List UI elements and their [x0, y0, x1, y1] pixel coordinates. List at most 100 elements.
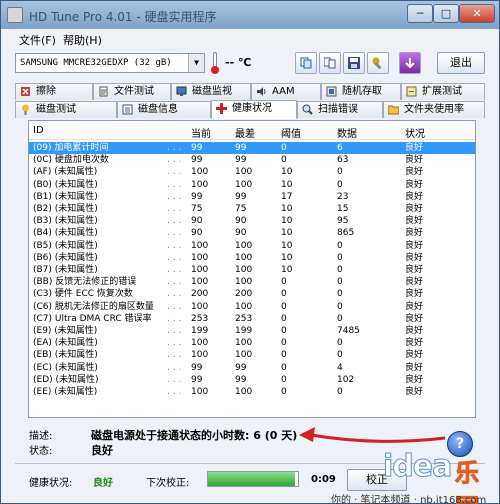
cell-data: 0: [337, 387, 343, 397]
table-row[interactable]: (B3) (未知属性) 90 90 10 95 良好 . . .: [29, 215, 475, 227]
cell-worst: 100: [235, 350, 253, 361]
cell-thr: 10: [281, 228, 293, 239]
cell-thr: 10: [281, 167, 293, 178]
maximize-button[interactable]: □: [433, 4, 459, 23]
tab-disk-monitor[interactable]: 磁盘监视: [171, 83, 251, 100]
table-row[interactable]: (B7) (未知属性) 100 100 10 0 良好. . .: [29, 264, 475, 276]
cell-status: 良好: [405, 277, 424, 288]
table-row[interactable]: (B0) (未知属性) 100 100 10 0 良好. . .: [29, 179, 475, 191]
erase-icon: [21, 87, 30, 96]
column-header-id[interactable]: ID: [33, 125, 44, 136]
table-row[interactable]: (ED) (未知属性) 99 99 0 102 良好 . . .: [29, 374, 475, 386]
cell-dots: . . .: [167, 265, 182, 275]
chevron-down-icon[interactable]: ▼: [188, 54, 204, 72]
table-row[interactable]: (B4) (未知属性) 90 90 10 865 良好 . . .: [29, 227, 475, 239]
close-button[interactable]: ✕: [459, 4, 495, 23]
tab-file-test[interactable]: 文件测试: [93, 83, 171, 100]
table-row[interactable]: (B5) (未知属性) 100 100 10 0 良好. . .: [29, 240, 475, 252]
table-row[interactable]: (EC) (未知属性) 99 99 0 4 良好 . . .: [29, 362, 475, 374]
minimize-button[interactable]: ─: [407, 4, 433, 23]
cell-id: (B2) (未知属性): [33, 204, 98, 214]
drive-select[interactable]: SAMSUNG MMCRE32GEDXP (32 gB) ▼: [15, 53, 205, 73]
table-row[interactable]: (09) 加电累计时间 99 99 0 6 良好 . . .: [29, 142, 475, 155]
magnifier-icon: [302, 104, 313, 115]
cell-cur: 100: [191, 252, 209, 263]
column-header-worst[interactable]: 最差: [235, 125, 255, 140]
tab-extra-tests[interactable]: 扩展测试: [401, 83, 485, 100]
cell-status: 良好: [405, 313, 424, 324]
options-button[interactable]: [367, 52, 389, 74]
table-row[interactable]: (BB) 反馈无法修正的错误 100 100 0 0 良好 . . .: [29, 276, 475, 288]
cell-dots: . . .: [167, 179, 182, 190]
table-row[interactable]: (B2) (未知属性) 75 75 10 15 良好 . . .: [29, 203, 475, 215]
description-label: 描述:: [29, 431, 53, 442]
cell-thr: 10: [281, 204, 293, 214]
cell-status: 良好: [405, 350, 424, 361]
cell-worst: 75: [235, 204, 247, 214]
cell-thr: 0: [281, 326, 287, 336]
cell-thr: 10: [281, 252, 293, 263]
table-row[interactable]: (B6) (未知属性) 100 100 10 0 良好. . .: [29, 252, 475, 264]
cell-thr: 0: [281, 387, 287, 397]
column-header-status[interactable]: 状况: [405, 125, 425, 140]
table-row[interactable]: (EB) (未知属性) 100 100 0 0 良好 . . .: [29, 349, 475, 361]
cell-worst: 253: [235, 313, 253, 324]
tab-folder-usage[interactable]: 文件夹使用率: [383, 101, 485, 118]
table-row[interactable]: (AF) (未知属性) 100 100 10 0 良好. . .: [29, 166, 475, 178]
update-progress-bar: [207, 471, 299, 487]
tab-erase[interactable]: 擦除: [15, 83, 93, 100]
table-row[interactable]: (C3) 硬件 ECC 恢复次数 200 200 0 0 良好 . . .: [29, 288, 475, 300]
cell-status: 良好: [405, 240, 424, 251]
table-row[interactable]: (0C) 硬盘加电次数 99 99 0 63 良好 . . .: [29, 154, 475, 166]
smart-attributes-table[interactable]: ID 当前 最差 阈值 数据 状况 (09) 加电累计时间 99 99 0 6 良好. .…: [28, 120, 476, 418]
cell-dots: . . .: [167, 240, 182, 251]
table-row[interactable]: (EA) (未知属性) 100 100 0 0 良好 . . .: [29, 337, 475, 349]
title-bar[interactable]: HD Tune Pro 4.01 - 硬盘实用程序 ─ □ ✕: [1, 1, 499, 29]
floppy-disk-icon: [348, 57, 360, 69]
thermometer-icon: [211, 52, 219, 74]
cell-dots: . . .: [167, 216, 182, 227]
tab-benchmark[interactable]: 磁盘测试: [15, 101, 117, 118]
tab-label: 磁盘信息: [138, 104, 178, 115]
menu-help[interactable]: 帮助(H): [63, 32, 102, 48]
menu-file[interactable]: 文件(F): [19, 32, 56, 48]
table-row[interactable]: (E9) (未知属性) 199 199 0 7485 良好 . . .: [29, 325, 475, 337]
table-row[interactable]: (B1) (未知属性) 99 99 17 23 良好 . . .: [29, 191, 475, 203]
save-button[interactable]: [343, 52, 365, 74]
tab-info[interactable]: 磁盘信息: [117, 101, 211, 118]
tab-random-access[interactable]: 随机存取: [321, 83, 401, 100]
cell-id: (B5) (未知属性): [33, 240, 98, 251]
logo-word: idea: [382, 449, 452, 485]
exit-button[interactable]: 退出: [437, 52, 485, 74]
cell-worst: 199: [235, 326, 253, 336]
tab-label: 健康状况: [232, 103, 272, 114]
table-row[interactable]: (C7) Ultra DMA CRC 错误率 253 253 0 0 良好 . . .: [29, 313, 475, 325]
column-header-threshold[interactable]: 阈值: [281, 125, 301, 140]
tab-error-scan[interactable]: 扫描错误: [297, 101, 383, 118]
status-label: 状态:: [29, 446, 53, 457]
download-button[interactable]: [399, 52, 421, 74]
table-row[interactable]: (EE) (未知属性) 100 100 0 0 良好 . . .: [29, 386, 475, 398]
watermark-text: 你的 · 笔记本频道 · nb.it168.com: [331, 495, 487, 504]
cell-data: 0: [337, 338, 343, 349]
cell-cur: 99: [191, 374, 203, 385]
cell-thr: 0: [281, 277, 287, 288]
column-header-data[interactable]: 数据: [337, 125, 357, 140]
table-row[interactable]: (C6) 脱机无法修正的扇区数量 100 100 0 0 良好 . . .: [29, 301, 475, 313]
cell-dots: . . .: [167, 204, 182, 214]
cell-data: 0: [337, 265, 343, 275]
cell-cur: 90: [191, 216, 203, 227]
copy-button[interactable]: [295, 52, 317, 74]
tab-health[interactable]: 健康状况: [211, 100, 297, 119]
cell-thr: 0: [281, 143, 287, 153]
tab-aam[interactable]: AAM: [251, 83, 321, 100]
cell-thr: 0: [281, 362, 287, 373]
cell-worst: 100: [235, 179, 253, 190]
column-header-current[interactable]: 当前: [191, 125, 211, 140]
cell-cur: 100: [191, 350, 209, 361]
copy-all-button[interactable]: [319, 52, 341, 74]
cell-data: 0: [337, 240, 343, 251]
extra-tests-icon: [406, 86, 417, 97]
tab-label: 扫描错误: [318, 104, 358, 115]
cell-thr: 10: [281, 240, 293, 251]
